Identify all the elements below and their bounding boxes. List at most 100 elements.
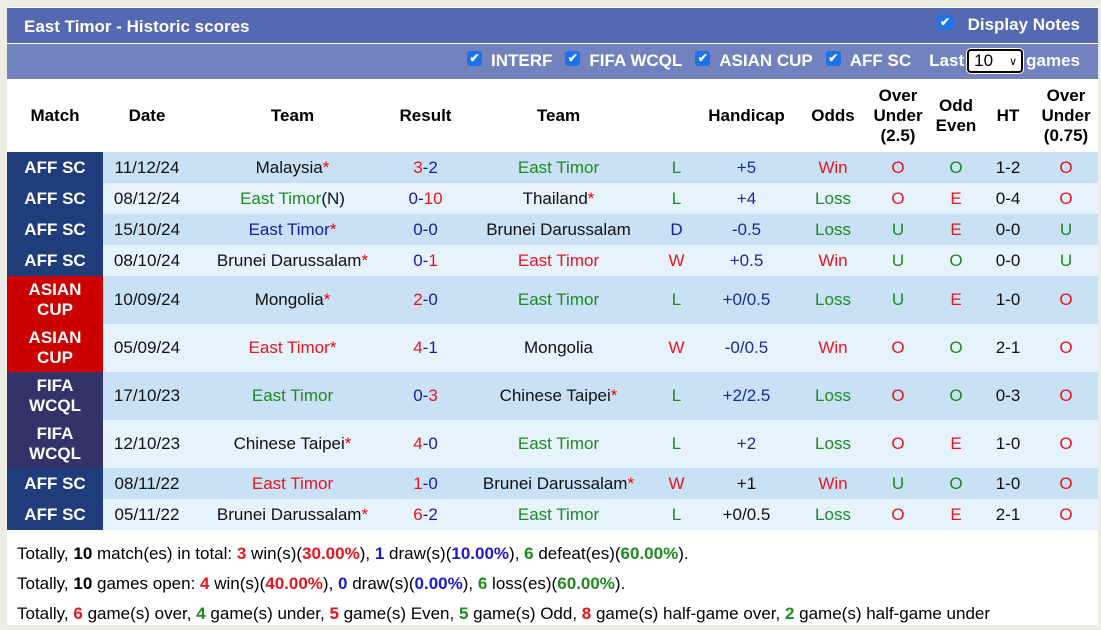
match-type-cell[interactable]: AFF SC: [7, 468, 103, 499]
filter-aff-sc[interactable]: ✔ AFF SC: [825, 50, 911, 71]
table-row[interactable]: FIFA WCQL 12/10/23 Chinese Taipei* 4-0 Ea…: [7, 420, 1098, 468]
match-type-cell[interactable]: AFF SC: [7, 245, 103, 276]
over-under-cell: U: [866, 276, 930, 324]
away-team-name[interactable]: Thailand: [523, 189, 588, 208]
checkbox-checked-icon[interactable]: ✔: [695, 50, 711, 66]
result-cell[interactable]: 2-0: [394, 276, 457, 324]
match-type-cell[interactable]: ASIAN CUP: [7, 324, 103, 372]
filter-fifa-wcql[interactable]: ✔ FIFA WCQL: [565, 50, 682, 71]
home-team-name[interactable]: Mongolia: [255, 290, 324, 309]
away-team-name[interactable]: East Timor: [518, 290, 599, 309]
odds-cell: Loss: [800, 183, 866, 214]
half-time-cell: 0-0: [982, 214, 1034, 245]
away-team-cell[interactable]: East Timor: [457, 276, 660, 324]
table-row[interactable]: AFF SC 11/12/24 Malaysia* 3-2 East Timor…: [7, 152, 1098, 183]
home-team-cell[interactable]: East Timor: [191, 372, 394, 420]
away-team-name[interactable]: East Timor: [518, 251, 599, 270]
away-team-cell[interactable]: Brunei Darussalam: [457, 214, 660, 245]
away-team-name[interactable]: Brunei Darussalam: [483, 474, 628, 493]
home-team-cell[interactable]: Brunei Darussalam*: [191, 245, 394, 276]
away-team-name[interactable]: East Timor: [518, 505, 599, 524]
table-row[interactable]: AFF SC 08/12/24 East Timor(N) 0-10 Thail…: [7, 183, 1098, 214]
checkbox-checked-icon[interactable]: ✔: [825, 50, 841, 66]
away-team-cell[interactable]: Thailand*: [457, 183, 660, 214]
away-team-name[interactable]: East Timor: [518, 434, 599, 453]
home-marker-star: *: [344, 434, 352, 453]
match-label-part: WCQL: [29, 396, 81, 415]
home-team-cell[interactable]: East Timor(N): [191, 183, 394, 214]
away-team-cell[interactable]: Brunei Darussalam*: [457, 468, 660, 499]
home-team-cell[interactable]: East Timor*: [191, 324, 394, 372]
match-type-cell[interactable]: AFF SC: [7, 499, 103, 530]
away-team-cell[interactable]: East Timor: [457, 499, 660, 530]
result-cell[interactable]: 3-2: [394, 152, 457, 183]
table-row[interactable]: AFF SC 15/10/24 East Timor* 0-0 Brunei D…: [7, 214, 1098, 245]
summary-text: draw(s)(: [384, 544, 452, 563]
match-label: AFF SC: [24, 504, 86, 524]
home-team-name[interactable]: East Timor: [249, 338, 330, 357]
home-team-cell[interactable]: East Timor*: [191, 214, 394, 245]
result-cell[interactable]: 0-3: [394, 372, 457, 420]
games-count-select[interactable]: 10 ∨: [967, 49, 1024, 73]
filter-interf[interactable]: ✔ INTERF: [467, 50, 552, 71]
header-line: (2.5): [880, 126, 916, 145]
result-cell[interactable]: 1-0: [394, 468, 457, 499]
home-team-name[interactable]: East Timor: [252, 474, 333, 493]
table-row[interactable]: AFF SC 08/10/24 Brunei Darussalam* 0-1 E…: [7, 245, 1098, 276]
checkbox-checked-icon[interactable]: ✔: [937, 14, 953, 30]
match-type-cell[interactable]: FIFA WCQL: [7, 420, 103, 468]
half-time-over-under-cell: O: [1034, 183, 1098, 214]
away-team-cell[interactable]: East Timor: [457, 152, 660, 183]
home-team-name[interactable]: East Timor: [252, 386, 333, 405]
filter-asian-cup[interactable]: ✔ ASIAN CUP: [695, 50, 813, 71]
result-cell[interactable]: 0-10: [394, 183, 457, 214]
table-row[interactable]: AFF SC 08/11/22 East Timor 1-0 Brunei Da…: [7, 468, 1098, 499]
date-cell: 05/09/24: [103, 324, 191, 372]
result-cell[interactable]: 0-1: [394, 245, 457, 276]
home-team-cell[interactable]: East Timor: [191, 468, 394, 499]
home-team-name[interactable]: Malaysia: [256, 158, 323, 177]
away-marker-star: *: [627, 473, 635, 493]
away-score: 2: [428, 504, 438, 524]
home-team-name[interactable]: Chinese Taipei: [234, 434, 345, 453]
table-row[interactable]: ASIAN CUP 05/09/24 East Timor* 4-1 Mongol…: [7, 324, 1098, 372]
odd-even-cell: E: [930, 276, 982, 324]
half-time-over-under-cell: O: [1034, 152, 1098, 183]
table-row[interactable]: AFF SC 05/11/22 Brunei Darussalam* 6-2 E…: [7, 499, 1098, 530]
table-row[interactable]: FIFA WCQL 17/10/23 East Timor 0-3 Chinese…: [7, 372, 1098, 420]
home-team-name[interactable]: Brunei Darussalam: [217, 251, 362, 270]
match-type-cell[interactable]: AFF SC: [7, 214, 103, 245]
checkbox-checked-icon[interactable]: ✔: [467, 50, 482, 66]
home-team-cell[interactable]: Brunei Darussalam*: [191, 499, 394, 530]
away-team-cell[interactable]: East Timor: [457, 245, 660, 276]
away-team-cell[interactable]: Mongolia: [457, 324, 660, 372]
display-notes-toggle[interactable]: ✔ Display Notes: [937, 14, 1080, 35]
match-type-cell[interactable]: ASIAN CUP: [7, 276, 103, 324]
result-cell[interactable]: 4-0: [394, 420, 457, 468]
home-team-name[interactable]: East Timor: [249, 220, 330, 239]
home-team-cell[interactable]: Malaysia*: [191, 152, 394, 183]
home-score: 1: [413, 473, 423, 493]
result-cell[interactable]: 0-0: [394, 214, 457, 245]
match-type-cell[interactable]: FIFA WCQL: [7, 372, 103, 420]
away-team-cell[interactable]: Chinese Taipei*: [457, 372, 660, 420]
summary-footer: Totally, 10 match(es) in total: 3 win(s)…: [7, 539, 1098, 625]
match-type-cell[interactable]: AFF SC: [7, 152, 103, 183]
home-team-name[interactable]: Brunei Darussalam: [217, 505, 362, 524]
match-type-cell[interactable]: AFF SC: [7, 183, 103, 214]
col-header-away-team: Team: [457, 80, 660, 152]
table-row[interactable]: ASIAN CUP 10/09/24 Mongolia* 2-0 East Tim…: [7, 276, 1098, 324]
last-label: Last: [929, 51, 965, 70]
home-team-cell[interactable]: Mongolia*: [191, 276, 394, 324]
result-cell[interactable]: 4-1: [394, 324, 457, 372]
away-team-name[interactable]: Mongolia: [524, 338, 593, 357]
home-team-cell[interactable]: Chinese Taipei*: [191, 420, 394, 468]
away-team-name[interactable]: East Timor: [518, 158, 599, 177]
result-cell[interactable]: 6-2: [394, 499, 457, 530]
away-team-name[interactable]: Chinese Taipei: [500, 386, 611, 405]
away-team-name[interactable]: Brunei Darussalam: [486, 220, 631, 239]
away-team-cell[interactable]: East Timor: [457, 420, 660, 468]
home-team-name[interactable]: East Timor: [240, 189, 321, 208]
checkbox-checked-icon[interactable]: ✔: [565, 50, 581, 66]
header-line: Under: [873, 106, 923, 125]
